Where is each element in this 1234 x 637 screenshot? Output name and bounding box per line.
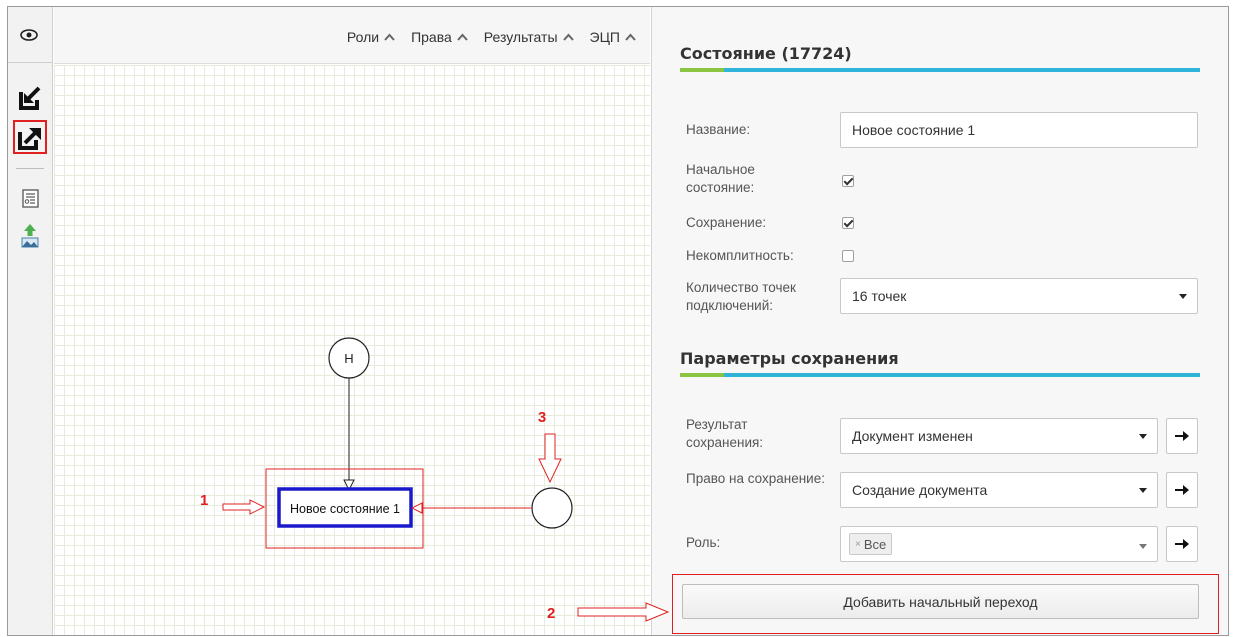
role-tag-label: Все [863,536,887,552]
annotation-arrow-3 [538,433,562,484]
annotation-3: 3 [538,409,546,426]
save-right-go-button[interactable] [1166,472,1198,508]
annotation-arrow-2 [577,602,670,622]
start-node-label: Н [344,351,353,366]
eye-icon [20,29,38,41]
caret-down-icon [1139,544,1147,549]
name-label: Название: [686,122,751,137]
start-node[interactable]: Н [328,337,370,379]
import-icon [19,86,41,110]
arrow-right-icon [1175,431,1189,441]
state-section-underline [680,68,1200,72]
role-label: Роль: [686,535,721,550]
arrow-right-icon [1175,485,1189,495]
arrow-right-icon [1175,539,1189,549]
name-input[interactable]: Новое состояние 1 [840,112,1198,148]
import-button[interactable] [14,81,46,113]
properties-form-icon [22,189,39,208]
toolbar-divider [16,168,44,169]
caret-down-icon [1179,294,1187,299]
app-window: Роли Права Результаты ЭЦП Н Новое состоя… [7,6,1229,636]
annotation-1: 1 [200,492,208,509]
eye-toggle[interactable] [8,7,53,63]
state-section-title: Состояние (17724) [680,44,852,63]
connection-points-value: 16 точек [852,288,907,304]
connection-points-select[interactable]: 16 точек [840,278,1198,314]
left-toolbar [8,7,53,635]
initial-state-checkbox[interactable] [842,175,854,187]
export-icon [18,128,41,150]
role-tag[interactable]: × Все [849,533,893,555]
properties-button[interactable] [14,183,46,215]
upload-image-icon [21,224,39,248]
save-right-select[interactable]: Создание документа [840,472,1158,508]
annotation-arrow-1 [222,499,266,515]
role-go-button[interactable] [1166,526,1198,562]
export-button[interactable] [13,120,47,154]
save-params-underline [680,373,1200,377]
properties-panel: Состояние (17724) Название: Новое состоя… [651,7,1228,635]
save-result-select[interactable]: Документ изменен [840,418,1158,454]
caret-down-icon [1139,434,1147,439]
state-node[interactable]: Новое состояние 1 [277,487,413,528]
save-right-label: Право на сохранение: [686,471,825,486]
connection-points-label: Количество точек подключений: [686,280,796,313]
state-node-label: Новое состояние 1 [290,502,400,516]
save-result-value: Документ изменен [852,428,973,444]
save-result-label: Результат сохранения: [686,417,764,450]
save-label: Сохранение: [686,215,767,230]
save-right-value: Создание документа [852,482,988,498]
add-initial-transition-button[interactable]: Добавить начальный переход [682,584,1199,619]
save-checkbox[interactable] [842,217,854,229]
tag-remove-icon[interactable]: × [855,539,861,550]
role-multiselect[interactable]: × Все [840,526,1158,562]
upload-image-button[interactable] [14,219,46,251]
diagram-canvas[interactable]: Роли Права Результаты ЭЦП Н Новое состоя… [54,7,650,635]
empty-node[interactable] [531,487,573,529]
initial-state-label: Начальное состояние: [686,162,755,195]
incomplete-checkbox[interactable] [842,250,854,262]
diagram-svg: Н Новое состояние 1 1 3 [200,337,573,549]
save-params-title: Параметры сохранения [680,349,899,368]
save-result-go-button[interactable] [1166,418,1198,454]
annotation-2: 2 [547,605,556,622]
caret-down-icon [1139,488,1147,493]
incomplete-label: Некомплитность: [686,248,794,263]
